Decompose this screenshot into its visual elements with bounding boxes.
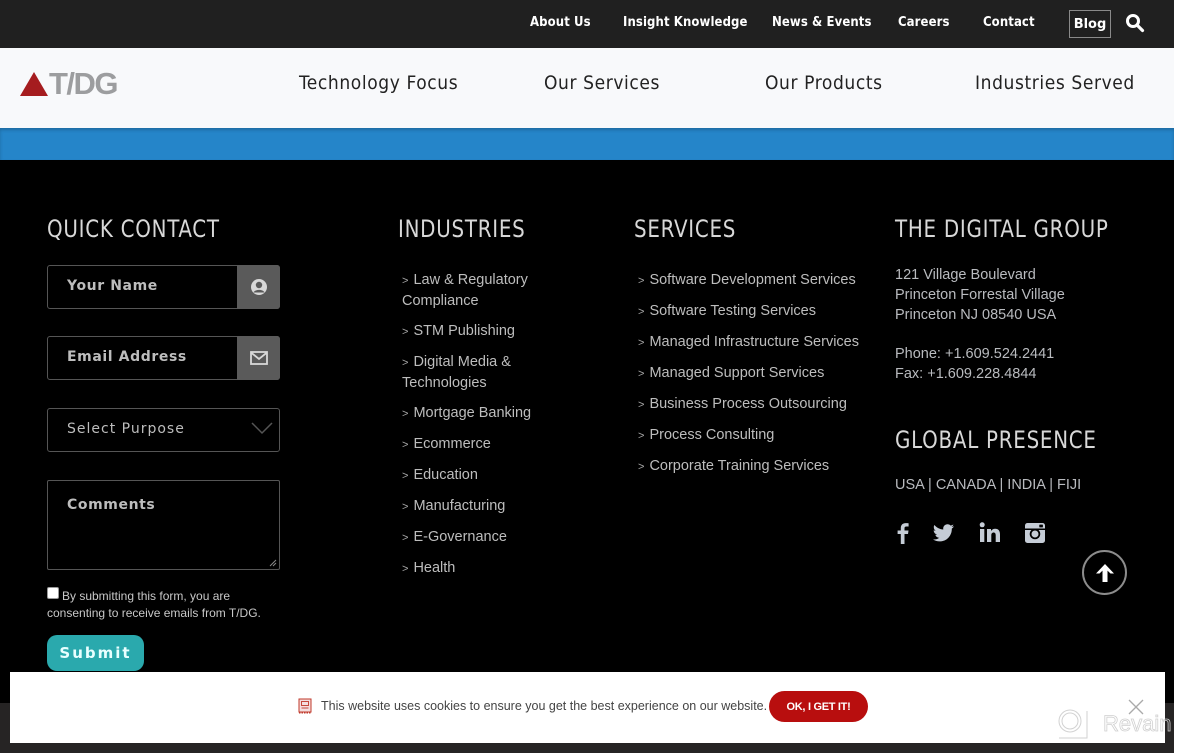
industry-link[interactable]: > Law & Regulatory Compliance bbox=[402, 270, 542, 311]
cookie-message: This website uses cookies to ensure you … bbox=[321, 699, 768, 713]
purpose-select[interactable]: Select Purpose bbox=[47, 408, 280, 452]
chevron-right-icon: > bbox=[638, 275, 645, 287]
chevron-right-icon: > bbox=[402, 439, 409, 451]
name-placeholder: Your Name bbox=[67, 278, 158, 294]
scroll-gutter bbox=[1174, 0, 1190, 753]
name-addon bbox=[237, 265, 280, 309]
linkedin-icon[interactable] bbox=[977, 520, 1003, 546]
company-title: THE DIGITAL GROUP bbox=[895, 215, 1109, 243]
quick-contact-title: QUICK CONTACT bbox=[47, 215, 220, 243]
industry-link[interactable]: > Manufacturing bbox=[402, 496, 542, 517]
service-link[interactable]: > Process Consulting bbox=[638, 425, 878, 446]
comments-textarea[interactable]: Comments bbox=[47, 480, 280, 570]
topnav-careers[interactable]: Careers bbox=[898, 15, 950, 30]
topnav-contact[interactable]: Contact bbox=[983, 15, 1035, 30]
industry-link[interactable]: > Education bbox=[402, 465, 542, 486]
instagram-icon[interactable] bbox=[1022, 520, 1048, 546]
industry-link[interactable]: > Digital Media & Technologies bbox=[402, 352, 522, 393]
nav-our-products[interactable]: Our Products bbox=[765, 72, 883, 94]
topnav-about-us[interactable]: About Us bbox=[530, 15, 591, 30]
chevron-right-icon: > bbox=[402, 408, 409, 420]
user-icon bbox=[250, 279, 267, 295]
company-fax: Fax: +1.609.228.4844 bbox=[895, 366, 1037, 382]
address-line: 121 Village Boulevard bbox=[895, 267, 1036, 283]
chevron-right-icon: > bbox=[402, 326, 409, 338]
chevron-right-icon: > bbox=[402, 563, 409, 575]
topnav-news-events[interactable]: News & Events bbox=[772, 15, 872, 30]
chevron-right-icon: > bbox=[638, 337, 645, 349]
industry-link[interactable]: > Health bbox=[402, 558, 542, 579]
service-link[interactable]: > Business Process Outsourcing bbox=[638, 394, 878, 415]
services-title: SERVICES bbox=[634, 215, 737, 243]
chevron-right-icon: > bbox=[402, 357, 409, 369]
industry-link[interactable]: > STM Publishing bbox=[402, 321, 542, 342]
industry-link[interactable]: > Mortgage Banking bbox=[402, 403, 542, 424]
nav-industries-served[interactable]: Industries Served bbox=[975, 72, 1135, 94]
chevron-down-icon bbox=[251, 422, 273, 435]
envelope-icon bbox=[249, 351, 268, 365]
industry-link[interactable]: > E-Governance bbox=[402, 527, 542, 548]
service-link[interactable]: > Managed Support Services bbox=[638, 363, 878, 384]
industries-title: INDUSTRIES bbox=[398, 215, 526, 243]
top-utility-bar: About Us Insight Knowledge News & Events… bbox=[0, 0, 1190, 48]
address-line: Princeton NJ 08540 USA bbox=[895, 307, 1057, 323]
chevron-right-icon: > bbox=[638, 430, 645, 442]
revain-watermark: Revain bbox=[1103, 711, 1172, 737]
email-field[interactable]: Email Address bbox=[47, 336, 280, 380]
industry-link[interactable]: > Ecommerce bbox=[402, 434, 542, 455]
company-address: 121 Village Boulevard Princeton Forresta… bbox=[895, 265, 1065, 384]
chevron-right-icon: > bbox=[402, 532, 409, 544]
facebook-icon[interactable] bbox=[890, 520, 916, 546]
twitter-icon[interactable] bbox=[931, 520, 957, 546]
consent-text: By submitting this form, you are consent… bbox=[47, 589, 261, 620]
email-addon bbox=[237, 336, 280, 380]
blue-accent-strip bbox=[0, 128, 1174, 160]
topnav-insight-knowledge[interactable]: Insight Knowledge bbox=[623, 15, 748, 30]
revain-logo-icon bbox=[1058, 709, 1088, 739]
page: About Us Insight Knowledge News & Events… bbox=[0, 0, 1190, 753]
logo-triangle-icon bbox=[20, 72, 48, 96]
nav-our-services[interactable]: Our Services bbox=[544, 72, 660, 94]
logo-text: T/DG bbox=[49, 66, 119, 101]
chevron-right-icon: > bbox=[638, 461, 645, 473]
service-link[interactable]: > Software Development Services bbox=[638, 270, 878, 291]
chevron-right-icon: > bbox=[638, 399, 645, 411]
chevron-right-icon: > bbox=[402, 501, 409, 513]
submit-button[interactable]: Submit bbox=[47, 635, 144, 671]
email-placeholder: Email Address bbox=[67, 349, 187, 365]
company-phone[interactable]: Phone: +1.609.524.2441 bbox=[895, 344, 1065, 364]
service-link[interactable]: > Software Testing Services bbox=[638, 301, 878, 322]
industries-list: > Law & Regulatory Compliance > STM Publis… bbox=[402, 270, 542, 589]
chevron-right-icon: > bbox=[638, 368, 645, 380]
back-to-top-button[interactable] bbox=[1082, 550, 1127, 595]
services-list: > Software Development Services > Software… bbox=[638, 270, 878, 487]
tdg-logo[interactable]: T/DG bbox=[20, 66, 119, 101]
main-header: T/DG Technology Focus Our Services Our P… bbox=[0, 48, 1174, 128]
footer: QUICK CONTACT Your Name Email Address Se… bbox=[0, 160, 1174, 703]
resize-handle-icon[interactable] bbox=[269, 559, 277, 567]
document-icon bbox=[298, 698, 312, 714]
blog-button[interactable]: Blog bbox=[1069, 10, 1111, 38]
comments-placeholder: Comments bbox=[67, 497, 156, 513]
global-presence-title: GLOBAL PRESENCE bbox=[895, 426, 1097, 454]
arrow-up-icon bbox=[1095, 563, 1114, 582]
address-line: Princeton Forrestal Village bbox=[895, 287, 1065, 303]
global-presence-text: USA | CANADA | INDIA | FIJI bbox=[895, 477, 1082, 493]
cookie-banner: This website uses cookies to ensure you … bbox=[10, 672, 1165, 743]
purpose-placeholder: Select Purpose bbox=[67, 421, 185, 437]
service-link[interactable]: > Corporate Training Services bbox=[638, 456, 878, 477]
search-icon[interactable] bbox=[1125, 13, 1145, 33]
name-field[interactable]: Your Name bbox=[47, 265, 280, 309]
service-link[interactable]: > Managed Infrastructure Services bbox=[638, 332, 878, 353]
cookie-accept-button[interactable]: OK, I GET IT! bbox=[769, 691, 868, 722]
nav-technology-focus[interactable]: Technology Focus bbox=[299, 72, 458, 94]
chevron-right-icon: > bbox=[402, 275, 409, 287]
chevron-right-icon: > bbox=[402, 470, 409, 482]
chevron-right-icon: > bbox=[638, 306, 645, 318]
